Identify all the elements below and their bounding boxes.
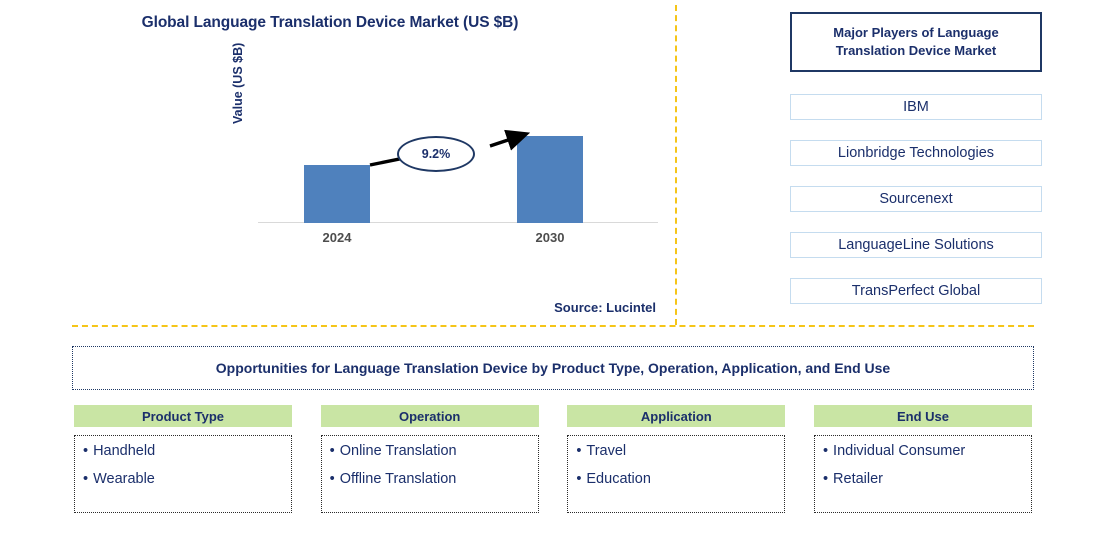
segment-column-product-type: Product Type Handheld Wearable: [74, 405, 292, 513]
player-item-languageline-solutions[interactable]: LanguageLine Solutions: [790, 232, 1042, 258]
segment-column-operation: Operation Online Translation Offline Tra…: [320, 405, 539, 513]
segment-column-application: Application Travel Education: [567, 405, 786, 513]
segment-header-product-type: Product Type: [74, 405, 292, 427]
cagr-value: 9.2%: [421, 147, 451, 161]
segment-item: Handheld: [83, 444, 285, 459]
cagr-badge: 9.2%: [397, 136, 475, 172]
source-note: Source: Lucintel: [554, 300, 656, 315]
major-players-header: Major Players of Language Translation De…: [790, 12, 1042, 72]
major-players-panel: Major Players of Language Translation De…: [790, 12, 1042, 304]
infographic-root: Global Language Translation Device Marke…: [0, 0, 1106, 553]
player-item-ibm[interactable]: IBM: [790, 94, 1042, 120]
chart-title: Global Language Translation Device Marke…: [141, 14, 519, 31]
x-tick-label-2024: 2024: [322, 230, 352, 245]
segment-body-end-use: Individual Consumer Retailer: [813, 435, 1032, 513]
segment-body-application: Travel Education: [567, 435, 786, 513]
segment-header-end-use: End Use: [813, 405, 1032, 427]
segment-item: Wearable: [83, 471, 285, 487]
segment-item: Education: [576, 471, 778, 487]
market-chart-panel: Global Language Translation Device Marke…: [0, 0, 676, 330]
chart-y-axis-label: Value (US $B): [231, 42, 245, 124]
segment-item: Individual Consumer: [823, 444, 1025, 459]
segment-item: Offline Translation: [330, 471, 532, 487]
segment-body-operation: Online Translation Offline Translation: [320, 435, 539, 513]
vertical-divider: [675, 5, 677, 325]
player-item-lionbridge-technologies[interactable]: Lionbridge Technologies: [790, 140, 1042, 166]
segment-header-application: Application: [567, 405, 786, 427]
segment-column-end-use: End Use Individual Consumer Retailer: [813, 405, 1032, 513]
x-tick-label-2030: 2030: [535, 230, 565, 245]
horizontal-divider: [72, 325, 1034, 327]
segment-body-product-type: Handheld Wearable: [74, 435, 292, 513]
player-item-sourcenext[interactable]: Sourcenext: [790, 186, 1042, 212]
segment-item: Retailer: [823, 471, 1025, 487]
player-item-transperfect-global[interactable]: TransPerfect Global: [790, 278, 1042, 304]
segment-item: Online Translation: [330, 444, 532, 459]
segmentation-columns: Product Type Handheld Wearable Operation…: [74, 405, 1032, 513]
segment-item: Travel: [576, 444, 778, 459]
segment-header-operation: Operation: [320, 405, 539, 427]
opportunities-banner: Opportunities for Language Translation D…: [72, 346, 1034, 390]
